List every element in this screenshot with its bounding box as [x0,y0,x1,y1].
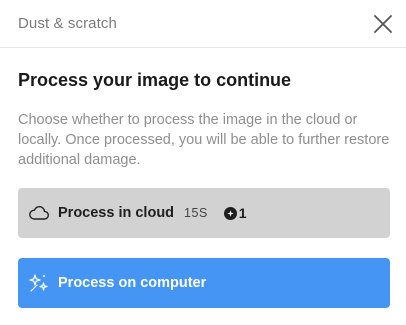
process-in-cloud-label: Process in cloud [58,205,175,221]
dust-scratch-dialog: Dust & scratch Process your image to con… [0,0,406,325]
cloud-icon [28,202,50,224]
credit-count: 1 [238,205,247,221]
page-heading: Process your image to continue [18,70,292,90]
credit-cost: 1 [223,205,247,221]
description-text: Choose whether to process the image in t… [18,112,390,168]
process-on-computer-label: Process on computer [58,275,207,291]
dialog-title: Dust & scratch [18,15,117,32]
sparkle-icon [28,272,50,294]
processing-time: 15S [184,206,208,220]
close-icon [374,14,392,33]
process-in-cloud-button[interactable]: Process in cloud 15S 1 [18,188,390,238]
dialog-header: Dust & scratch [0,0,406,48]
credit-icon [223,206,237,220]
close-button[interactable] [370,11,396,37]
dialog-content: Process your image to continue Choose wh… [0,48,406,308]
process-on-computer-button[interactable]: Process on computer [18,258,390,308]
